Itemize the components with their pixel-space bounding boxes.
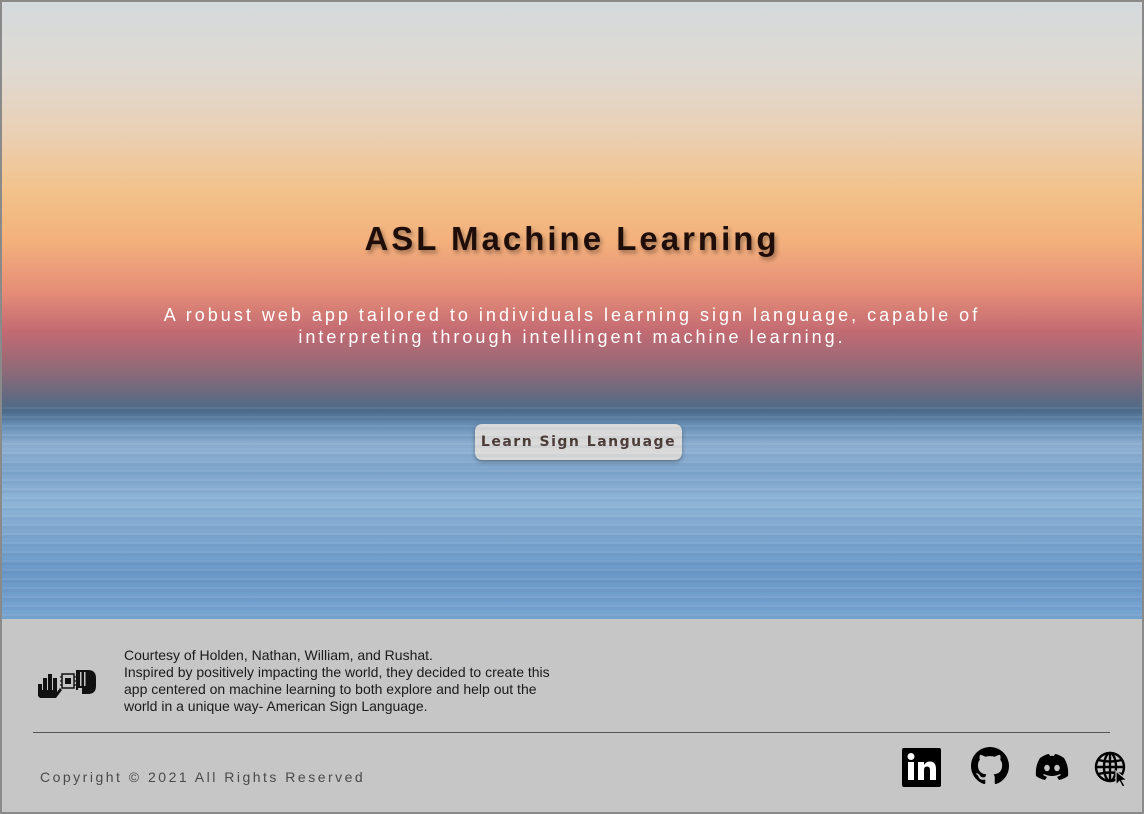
logo-icon: [36, 664, 98, 700]
copyright-text: Copyright © 2021 All Rights Reserved: [40, 769, 366, 785]
about-line: Courtesy of Holden, Nathan, William, and…: [124, 647, 433, 663]
about-line: app centered on machine learning to both…: [124, 681, 537, 697]
about-line: world in a unique way- American Sign Lan…: [124, 698, 428, 714]
footer-about-text: Courtesy of Holden, Nathan, William, and…: [124, 647, 564, 715]
linkedin-icon[interactable]: [902, 747, 942, 789]
page-frame: ASL Machine Learning A robust web app ta…: [0, 0, 1144, 814]
footer-divider: [33, 732, 1110, 733]
hero-section: ASL Machine Learning A robust web app ta…: [2, 2, 1142, 619]
page-title: ASL Machine Learning: [364, 220, 780, 257]
learn-sign-language-button[interactable]: Learn Sign Language: [475, 424, 682, 460]
globe-icon[interactable]: [1092, 747, 1132, 789]
github-icon[interactable]: [971, 747, 1009, 789]
discord-icon[interactable]: [1032, 747, 1072, 789]
hero-subtitle: A robust web app tailored to individuals…: [163, 305, 981, 347]
about-line: Inspired by positively impacting the wor…: [124, 664, 550, 680]
footer: Courtesy of Holden, Nathan, William, and…: [2, 619, 1142, 812]
